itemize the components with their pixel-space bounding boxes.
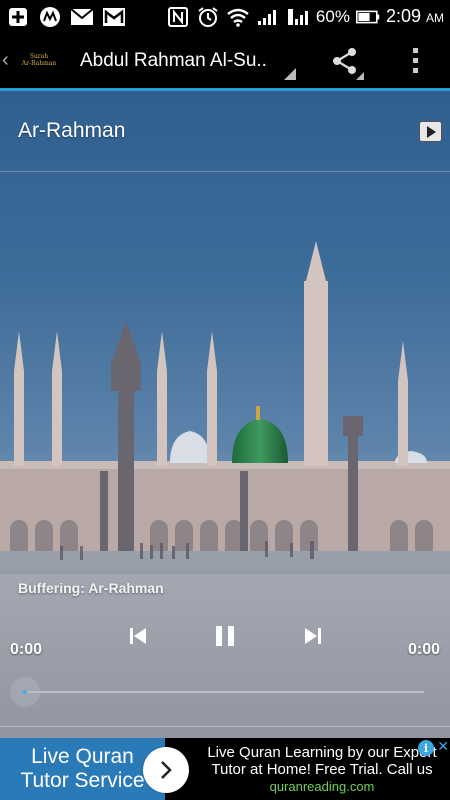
share-button[interactable] [320,33,370,88]
ad-close-icon[interactable]: ✕ [437,738,449,755]
reciter-dropdown-indicator[interactable] [280,36,298,86]
overflow-dot [412,58,418,63]
next-button[interactable] [293,619,333,653]
nfc-icon [166,6,190,27]
logo-line-2: Ar-Rahman [21,59,57,67]
ad-url[interactable]: quranreading.com [195,779,449,794]
action-bar: ‹ Surah Ar-Rahman Abdul Rahman Al-Su.. [0,33,450,88]
ad-go-button[interactable] [143,747,189,793]
track-title: Ar-Rahman [18,119,126,142]
seek-thumb[interactable] [10,677,40,707]
time-elapsed: 0:00 [10,641,43,658]
status-bar: 60% 2:09 AM [0,0,450,33]
player-divider [0,726,450,727]
seek-thumb-dot [23,690,27,694]
battery-percent: 60% [315,6,350,26]
ad-info-icon[interactable]: i [418,740,434,756]
overflow-menu-button[interactable] [394,33,436,88]
ad-headline: Live Quran Tutor Service [20,745,145,792]
overflow-dot [412,68,418,73]
ad-description: Live Quran Learning by our Expert Tutor … [207,744,437,778]
player-panel: Buffering: Ar-Rahman 0:00 0:00 [0,574,450,738]
pause-button[interactable] [205,619,245,653]
time-total: 0:00 [407,641,440,658]
app-logo[interactable]: Surah Ar-Rahman [18,42,60,80]
next-icon [305,628,321,644]
gmail-icon [102,7,126,27]
clock-time: 2:09 [385,6,421,26]
clock: 2:09 AM [386,6,444,27]
reciter-title[interactable]: Abdul Rahman Al-Su.. [80,50,280,72]
pause-icon [216,626,234,646]
ad-headline-panel[interactable]: Live Quran Tutor Service [0,738,165,800]
seek-bar[interactable] [26,691,424,693]
overflow-dot [412,48,418,53]
alarm-icon [196,6,220,27]
roaming-signal-icon [286,7,310,27]
buffering-status: Buffering: Ar-Rahman [18,580,164,596]
ad-banner[interactable]: Live Quran Tutor Service Live Quran Lear… [0,738,450,800]
battery-icon [355,7,380,27]
track-row[interactable]: Ar-Rahman [0,91,450,171]
play-track-icon[interactable] [419,121,442,142]
signal-icon [256,7,280,27]
app-icon [38,6,62,27]
main-content: Ar-Rahman Buffering: Ar-Rahman 0:00 0:00 [0,91,450,738]
clock-ampm: AM [426,11,444,25]
previous-button[interactable] [118,619,158,653]
previous-icon [130,628,146,644]
back-chevron-icon[interactable]: ‹ [2,49,16,72]
mail-icon [70,7,94,27]
track-divider [0,171,450,172]
add-icon [6,7,30,27]
share-icon [333,47,356,74]
chevron-right-icon [161,761,172,779]
ad-body[interactable]: Live Quran Learning by our Expert Tutor … [165,738,450,800]
wifi-icon [226,7,250,27]
